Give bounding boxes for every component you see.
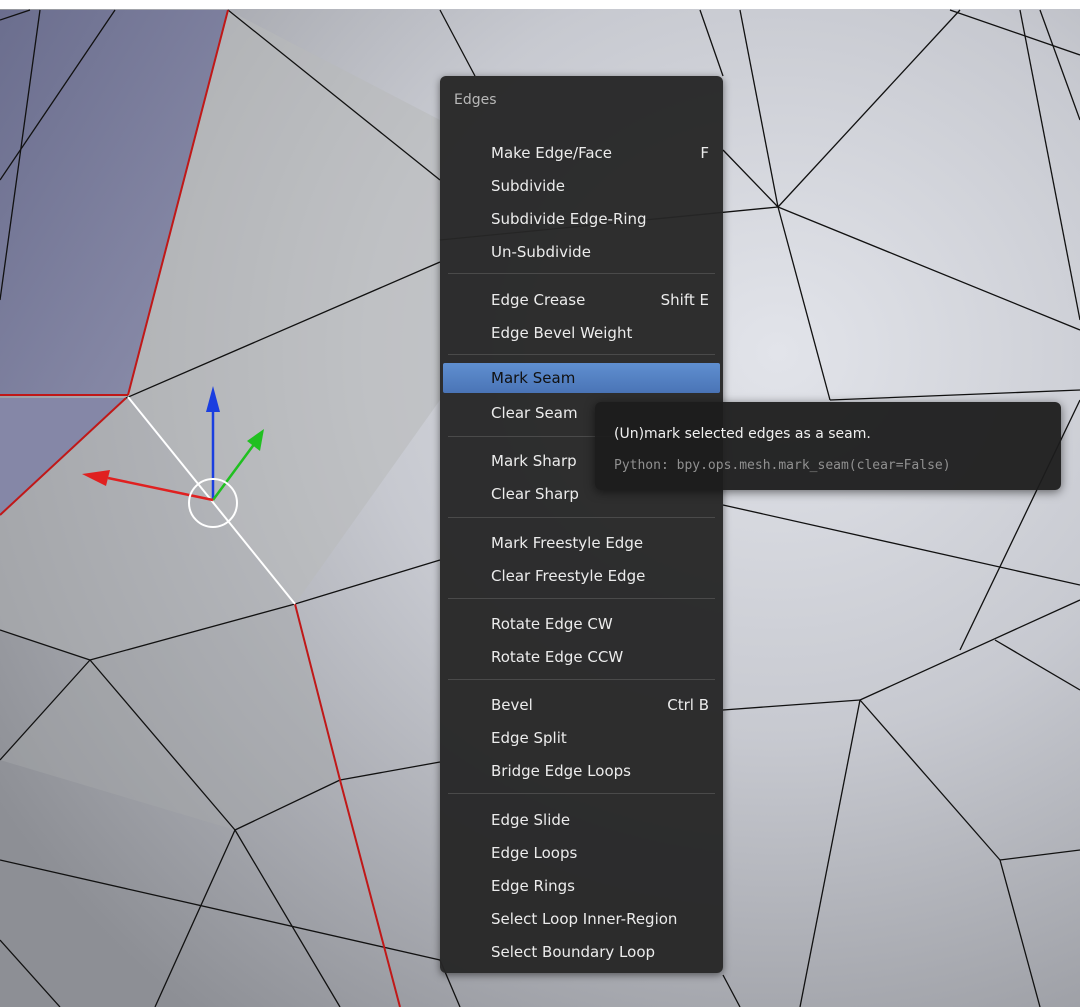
menu-item-label: Mark Freestyle Edge — [491, 534, 644, 552]
menu-item-label: Clear Seam — [491, 404, 578, 422]
menu-item-label: Rotate Edge CCW — [491, 648, 624, 666]
menu-item-clear-freestyle-edge[interactable]: Clear Freestyle Edge — [443, 561, 720, 591]
menu-item-label: Clear Sharp — [491, 485, 579, 503]
menu-item-edge-crease[interactable]: Edge Crease Shift E — [443, 285, 720, 315]
menu-item-bridge-edge-loops[interactable]: Bridge Edge Loops — [443, 756, 720, 786]
menu-item-rotate-edge-ccw[interactable]: Rotate Edge CCW — [443, 642, 720, 672]
menu-item-edge-split[interactable]: Edge Split — [443, 723, 720, 753]
menu-item-un-subdivide[interactable]: Un-Subdivide — [443, 237, 720, 267]
menu-item-label: Select Boundary Loop — [491, 943, 656, 961]
menu-title: Edges — [454, 92, 497, 108]
menu-item-label: Rotate Edge CW — [491, 615, 613, 633]
menu-item-label: Edge Rings — [491, 877, 575, 895]
menu-item-subdivide[interactable]: Subdivide — [443, 171, 720, 201]
menu-item-label: Edge Bevel Weight — [491, 324, 633, 342]
menu-item-label: Bevel — [491, 696, 533, 714]
menu-item-select-loop-inner-region[interactable]: Select Loop Inner-Region — [443, 904, 720, 934]
menu-item-label: Select Loop Inner-Region — [491, 910, 678, 928]
menu-item-label: Mark Sharp — [491, 452, 577, 470]
menu-item-label: Subdivide — [491, 177, 566, 195]
menu-separator — [448, 517, 715, 518]
menu-item-label: Edge Split — [491, 729, 567, 747]
menu-item-label: Bridge Edge Loops — [491, 762, 631, 780]
menu-item-label: Edge Loops — [491, 844, 578, 862]
menu-item-shortcut: Ctrl B — [667, 696, 709, 714]
menu-item-make-edge-face[interactable]: Make Edge/Face F — [443, 138, 720, 168]
menu-item-label: Clear Freestyle Edge — [491, 567, 646, 585]
menu-item-label: Mark Seam — [491, 369, 576, 387]
menu-separator — [448, 793, 715, 794]
menu-item-shortcut: Shift E — [660, 291, 709, 309]
menu-separator — [448, 598, 715, 599]
operator-tooltip: (Un)mark selected edges as a seam. Pytho… — [595, 402, 1061, 490]
viewport-top-border — [0, 0, 1080, 9]
menu-item-select-boundary-loop[interactable]: Select Boundary Loop — [443, 937, 720, 967]
tooltip-description: (Un)mark selected edges as a seam. — [614, 426, 871, 442]
menu-separator — [448, 354, 715, 355]
menu-item-mark-freestyle-edge[interactable]: Mark Freestyle Edge — [443, 528, 720, 558]
menu-item-label: Edge Crease — [491, 291, 586, 309]
menu-item-mark-seam[interactable]: Mark Seam — [443, 363, 720, 393]
menu-separator — [448, 679, 715, 680]
menu-item-edge-loops[interactable]: Edge Loops — [443, 838, 720, 868]
menu-item-bevel[interactable]: Bevel Ctrl B — [443, 690, 720, 720]
menu-item-label: Make Edge/Face — [491, 144, 613, 162]
menu-item-shortcut: F — [700, 144, 709, 162]
menu-item-subdivide-edge-ring[interactable]: Subdivide Edge-Ring — [443, 204, 720, 234]
menu-item-edge-rings[interactable]: Edge Rings — [443, 871, 720, 901]
menu-item-edge-slide[interactable]: Edge Slide — [443, 805, 720, 835]
tooltip-python: Python: bpy.ops.mesh.mark_seam(clear=Fal… — [614, 458, 951, 473]
menu-item-rotate-edge-cw[interactable]: Rotate Edge CW — [443, 609, 720, 639]
menu-item-edge-bevel-weight[interactable]: Edge Bevel Weight — [443, 318, 720, 348]
menu-item-label: Subdivide Edge-Ring — [491, 210, 647, 228]
menu-item-label: Edge Slide — [491, 811, 571, 829]
menu-item-label: Un-Subdivide — [491, 243, 591, 261]
edges-menu: Edges Make Edge/Face F Subdivide Subdivi… — [440, 76, 723, 973]
menu-separator — [448, 273, 715, 274]
